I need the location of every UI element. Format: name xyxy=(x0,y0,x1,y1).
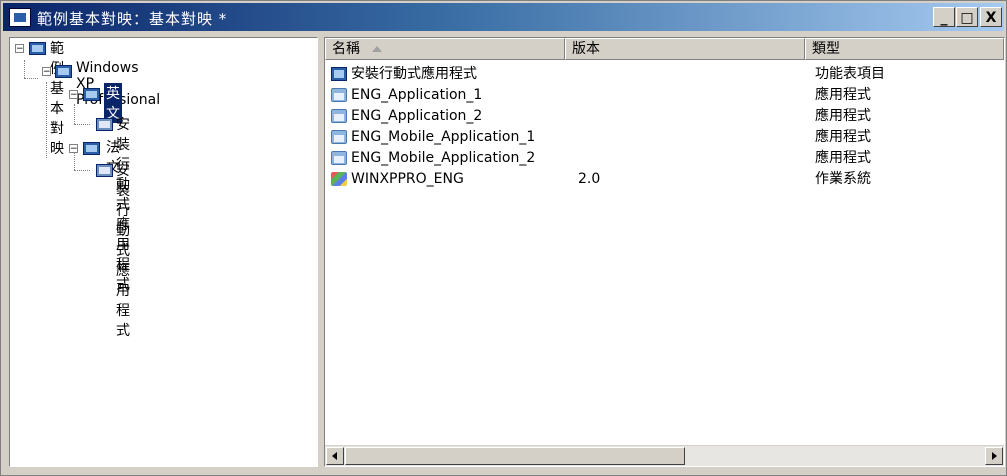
column-header-version[interactable]: 版本 xyxy=(565,38,805,60)
list-item[interactable]: WINXPPRO_ENG 2.0 作業系統 xyxy=(325,169,1004,190)
item-type: 作業系統 xyxy=(815,171,871,187)
install-menu-icon xyxy=(96,164,113,177)
item-name: ENG_Application_2 xyxy=(351,108,483,124)
item-name: ENG_Mobile_Application_2 xyxy=(351,150,536,166)
language-icon xyxy=(83,142,100,155)
windows-os-icon xyxy=(331,172,347,186)
list-item[interactable]: ENG_Mobile_Application_2 應用程式 xyxy=(325,148,1004,169)
scroll-thumb[interactable] xyxy=(345,447,685,465)
item-type: 功能表項目 xyxy=(815,66,885,82)
application-icon xyxy=(331,109,347,123)
column-header-label: 版本 xyxy=(572,41,600,57)
application-icon xyxy=(331,151,347,165)
collapse-toggle[interactable]: − xyxy=(69,90,78,100)
collapse-toggle[interactable]: − xyxy=(15,44,24,54)
item-name: WINXPPRO_ENG xyxy=(351,171,464,187)
collapse-toggle[interactable]: − xyxy=(69,144,78,154)
sort-ascending-icon xyxy=(372,46,382,52)
item-name: 安裝行動式應用程式 xyxy=(351,66,477,82)
item-version: 2.0 xyxy=(578,171,601,187)
tree-connector xyxy=(74,170,90,171)
tree-node-root[interactable]: 範例基本對映 xyxy=(48,38,66,158)
item-type: 應用程式 xyxy=(815,129,871,145)
tree-pane[interactable]: − 範例基本對映 − Windows XP Professional − 英文 … xyxy=(9,37,318,467)
column-header-label: 名稱 xyxy=(332,41,360,57)
item-name: ENG_Application_1 xyxy=(351,87,483,103)
minimize-button[interactable]: _ xyxy=(933,7,955,27)
horizontal-scrollbar[interactable] xyxy=(325,445,1004,466)
item-type: 應用程式 xyxy=(815,150,871,166)
arrow-left-icon xyxy=(332,452,337,460)
column-header-label: 類型 xyxy=(812,41,840,57)
list-header: 名稱 版本 類型 xyxy=(325,38,1004,60)
window-title: 範例基本對映：基本對映 * xyxy=(37,10,228,28)
list-item[interactable]: ENG_Application_1 應用程式 xyxy=(325,85,1004,106)
scroll-left-button[interactable] xyxy=(326,447,344,465)
list-pane[interactable]: 名稱 版本 類型 安裝行動式應用程式 功能表項目 ENG_Application… xyxy=(324,37,1005,467)
title-bar[interactable]: 範例基本對映：基本對映 * _ □ X xyxy=(3,3,1004,31)
list-item[interactable]: ENG_Application_2 應用程式 xyxy=(325,106,1004,127)
list-item[interactable]: 安裝行動式應用程式 功能表項目 xyxy=(325,64,1004,85)
item-type: 應用程式 xyxy=(815,87,871,103)
map-icon xyxy=(29,42,46,55)
maximize-button[interactable]: □ xyxy=(956,7,978,27)
install-menu-icon xyxy=(96,118,113,131)
column-header-name[interactable]: 名稱 xyxy=(325,38,565,60)
os-icon xyxy=(55,65,72,78)
close-button[interactable]: X xyxy=(980,7,1002,27)
column-header-type[interactable]: 類型 xyxy=(805,38,1004,60)
application-icon xyxy=(331,88,347,102)
tree-connector xyxy=(74,124,90,125)
collapse-toggle[interactable]: − xyxy=(42,67,51,77)
window-icon[interactable] xyxy=(9,8,31,27)
tree-node-install-menu[interactable]: 安裝行動式應用程式 xyxy=(114,160,132,340)
application-icon xyxy=(331,130,347,144)
tree-connector xyxy=(24,78,38,79)
app-window: 範例基本對映：基本對映 * _ □ X − 範例基本對映 − Windows X… xyxy=(0,0,1007,476)
list-item[interactable]: ENG_Mobile_Application_1 應用程式 xyxy=(325,127,1004,148)
item-name: ENG_Mobile_Application_1 xyxy=(351,129,536,145)
language-icon xyxy=(83,88,100,101)
arrow-right-icon xyxy=(992,452,997,460)
scroll-right-button[interactable] xyxy=(985,447,1003,465)
menu-icon xyxy=(331,67,347,81)
tree-connector xyxy=(46,82,47,158)
item-type: 應用程式 xyxy=(815,108,871,124)
tree-connector xyxy=(24,60,25,78)
